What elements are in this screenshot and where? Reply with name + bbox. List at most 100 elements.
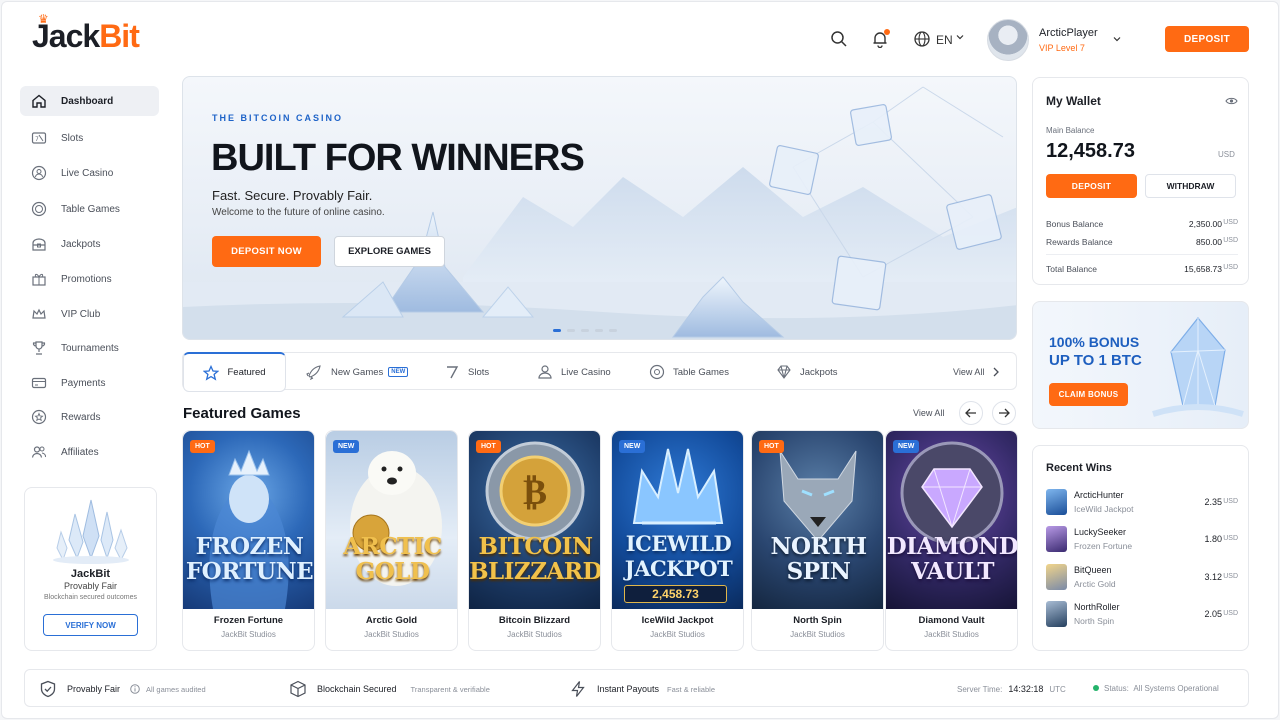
game-card-bitcoin-blizzard[interactable]: ₿ BITCOIN BLIZZARD HOT Bitcoin Blizzard J… [468,430,601,651]
provably-fair-card: JackBit Provably Fair Blockchain secured… [24,487,157,651]
user-name[interactable]: ArcticPlayer [1039,27,1098,39]
tab-table-games[interactable]: Table Games [649,353,729,391]
game-art-title: NORTH SPIN [770,533,867,585]
search-icon[interactable] [830,30,848,48]
game-card-diamond-vault[interactable]: DIAMOND VAULT NEW Diamond Vault JackBit S… [885,430,1018,651]
next-button[interactable] [992,401,1016,425]
game-card-icewild-jackpot[interactable]: ICEWILD JACKPOT 2,458.73 NEW IceWild Jack… [611,430,744,651]
footer-label: Blockchain Secured [317,684,397,694]
tabs-view-all-link[interactable]: View All [953,353,1000,391]
row-value: 850.00 [1196,237,1222,247]
hero-title: BUILT FOR WINNERS [211,137,585,179]
claim-bonus-button[interactable]: CLAIM BONUS [1049,383,1128,406]
game-name: Arctic Gold [365,615,418,626]
win-unit: USD [1223,535,1238,542]
jackbit-logo[interactable]: ♛ JackBit [32,12,140,55]
tab-slots[interactable]: Slots [444,353,489,391]
ice-crystal-illustration [1152,317,1244,417]
win-game: North Spin [1074,616,1115,626]
user-vip-level: VIP Level 7 [1039,43,1085,53]
featured-games-title: Featured Games [183,405,301,422]
game-art-title: FROZEN FORTUNE [185,533,314,585]
deposit-now-button[interactable]: DEPOSIT NOW [212,236,321,267]
eye-icon[interactable] [1225,96,1238,106]
list-item[interactable]: NorthRoller North Spin 2.05 USD [1046,601,1238,629]
carousel-dot[interactable] [553,329,561,332]
carousel-dot[interactable] [581,329,589,332]
sidebar-item-tournaments[interactable]: Tournaments [20,333,159,363]
footer-blockchain-secured: Blockchain Secured Transparent & verifia… [289,670,490,708]
win-amount: 2.05 [1204,609,1222,619]
bonus-line-2: UP TO 1 BTC [1049,352,1142,369]
win-player: BitQueen [1074,565,1112,575]
jackpot-amount: 2,458.73 [624,585,727,603]
treasure-icon [32,238,46,251]
star-icon [203,364,220,381]
sidebar-item-table-games[interactable]: Table Games [20,194,159,224]
prev-button[interactable] [959,401,983,425]
sidebar-item-promotions[interactable]: Promotions [20,264,159,294]
sidebar-item-slots[interactable]: 7 Slots [20,123,159,153]
sidebar-item-rewards[interactable]: Rewards [20,402,159,432]
globe-icon[interactable] [913,30,931,48]
sidebar-item-vip-club[interactable]: VIP Club [20,299,159,329]
avatar[interactable] [987,19,1029,61]
dealer-icon [538,365,552,379]
new-badge: NEW [893,440,920,453]
tab-featured[interactable]: Featured [183,352,286,392]
verify-now-button[interactable]: VERIFY NOW [43,614,138,636]
wallet-withdraw-button[interactable]: WITHDRAW [1145,174,1236,198]
win-amount: 2.35 [1204,497,1222,507]
carousel-dot[interactable] [609,329,617,332]
recent-wins-title: Recent Wins [1046,462,1112,474]
game-card-north-spin[interactable]: NORTH SPIN HOT North Spin JackBit Studios [751,430,884,651]
list-item[interactable]: LuckySeeker Frozen Fortune 1.80 USD [1046,526,1238,554]
game-studio: JackBit Studios [507,630,562,639]
tab-label: Featured [227,367,266,378]
carousel-dot[interactable] [567,329,575,332]
tab-label: Table Games [673,366,729,378]
sidebar-item-label: Slots [61,132,84,144]
sidebar-item-payments[interactable]: Payments [20,368,159,398]
game-category-tabs: Featured New Games NEW Slots Live Casino… [182,352,1017,392]
tab-jackpots[interactable]: Jackpots [776,353,838,391]
sidebar-item-live-casino[interactable]: Live Casino [20,158,159,188]
chip-icon [649,364,665,380]
trophy-icon [32,341,46,355]
status-value: All Systems Operational [1133,684,1219,693]
game-studio: JackBit Studios [364,630,419,639]
game-art: ICEWILD JACKPOT 2,458.73 NEW [612,431,743,609]
bonus-promo-card: 100% BONUS UP TO 1 BTC CLAIM BONUS [1032,301,1249,429]
sidebar-item-label: Live Casino [61,167,114,179]
carousel-dots [553,329,617,332]
sidebar-item-label: Jackpots [61,238,101,250]
header-deposit-button[interactable]: DEPOSIT [1165,26,1249,52]
footer-label: Provably Fair [67,684,121,694]
language-selector[interactable]: EN [936,33,953,47]
chevron-down-icon[interactable] [1112,34,1122,44]
tab-new-games[interactable]: New Games NEW [305,353,409,391]
footer-provably-fair: Provably Fair All games audited [39,670,206,708]
chevron-down-icon[interactable] [956,33,964,41]
wallet-deposit-button[interactable]: DEPOSIT [1046,174,1137,198]
game-art: DIAMOND VAULT NEW [886,431,1017,609]
info-icon[interactable] [130,684,140,694]
sidebar-item-affiliates[interactable]: Affiliates [20,437,159,467]
win-amount: 3.12 [1204,572,1222,582]
sidebar-item-jackpots[interactable]: Jackpots [20,229,159,259]
game-art: ARCTIC GOLD NEW [326,431,457,609]
list-item[interactable]: BitQueen Arctic Gold 3.12 USD [1046,564,1238,592]
sidebar-item-dashboard[interactable]: Dashboard [20,86,159,116]
carousel-dot[interactable] [595,329,603,332]
game-card-frozen-fortune[interactable]: FROZEN FORTUNE HOT Frozen Fortune JackBit… [182,430,315,651]
rewards-balance-row: Rewards Balance 850.00 USD [1046,237,1238,247]
arrow-right-icon [999,408,1010,418]
star-icon [31,409,47,425]
diamond-icon [777,365,791,379]
tab-live-casino[interactable]: Live Casino [537,353,611,391]
server-time-label: Server Time: [957,685,1003,694]
featured-view-all-link[interactable]: View All [913,408,944,418]
list-item[interactable]: ArcticHunter IceWild Jackpot 2.35 USD [1046,489,1238,517]
game-card-arctic-gold[interactable]: ARCTIC GOLD NEW Arctic Gold JackBit Studi… [325,430,458,651]
explore-games-button[interactable]: EXPLORE GAMES [334,236,445,267]
